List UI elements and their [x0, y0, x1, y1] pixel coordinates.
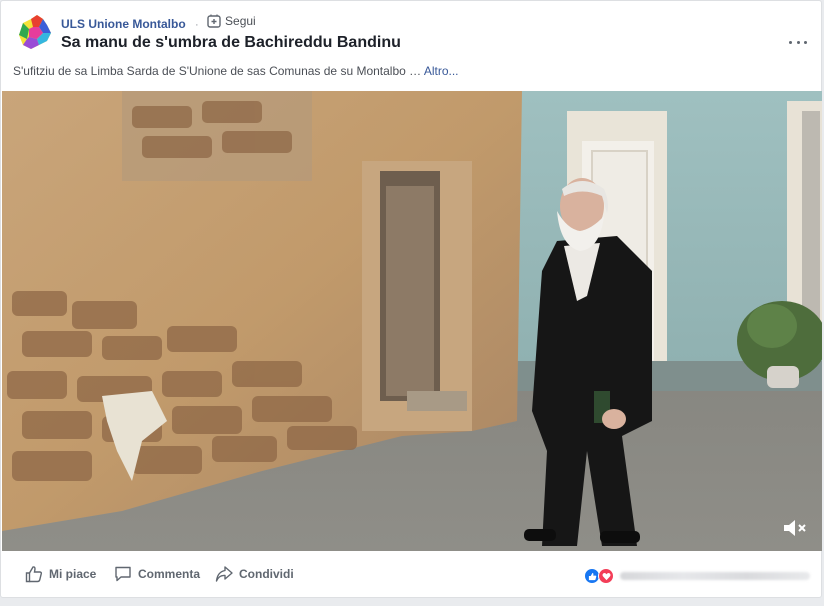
love-reaction-icon	[598, 568, 614, 584]
reactions-names-blurred	[620, 572, 810, 580]
more-options-icon[interactable]	[789, 35, 807, 49]
follow-label: Segui	[225, 14, 256, 28]
video-player[interactable]	[2, 91, 822, 551]
post-description: S'ufitziu de sa Limba Sarda de S'Unione …	[13, 63, 459, 79]
separator-dot: ·	[195, 19, 199, 31]
post-actions-bar: Mi piace Commenta Condividi	[1, 553, 823, 599]
like-button[interactable]: Mi piace	[25, 565, 96, 583]
comment-label: Commenta	[138, 567, 201, 581]
share-button[interactable]: Condividi	[215, 565, 294, 583]
post-title: Sa manu de s'umbra de Bachireddu Bandinu	[61, 34, 401, 51]
follow-icon	[207, 14, 221, 28]
video-frame-image	[2, 91, 822, 551]
post-header: ULS Unione Montalbo · Segui Sa manu de s…	[11, 9, 811, 61]
comment-icon	[115, 566, 131, 582]
thumbs-up-icon	[25, 566, 43, 583]
reactions-summary[interactable]	[584, 568, 810, 584]
mute-icon[interactable]	[782, 517, 808, 539]
page-line: ULS Unione Montalbo · Segui	[61, 13, 256, 33]
share-label: Condividi	[239, 567, 294, 581]
see-more-link[interactable]: Altro...	[424, 64, 459, 78]
page-name-link[interactable]: ULS Unione Montalbo	[61, 17, 186, 31]
follow-button[interactable]: Segui	[207, 13, 256, 29]
description-text: S'ufitziu de sa Limba Sarda de S'Unione …	[13, 64, 422, 78]
comment-button[interactable]: Commenta	[114, 565, 200, 583]
share-icon	[215, 566, 233, 582]
post-card: ULS Unione Montalbo · Segui Sa manu de s…	[0, 0, 822, 598]
like-label: Mi piace	[49, 567, 97, 581]
page-avatar-logo[interactable]	[13, 11, 53, 51]
